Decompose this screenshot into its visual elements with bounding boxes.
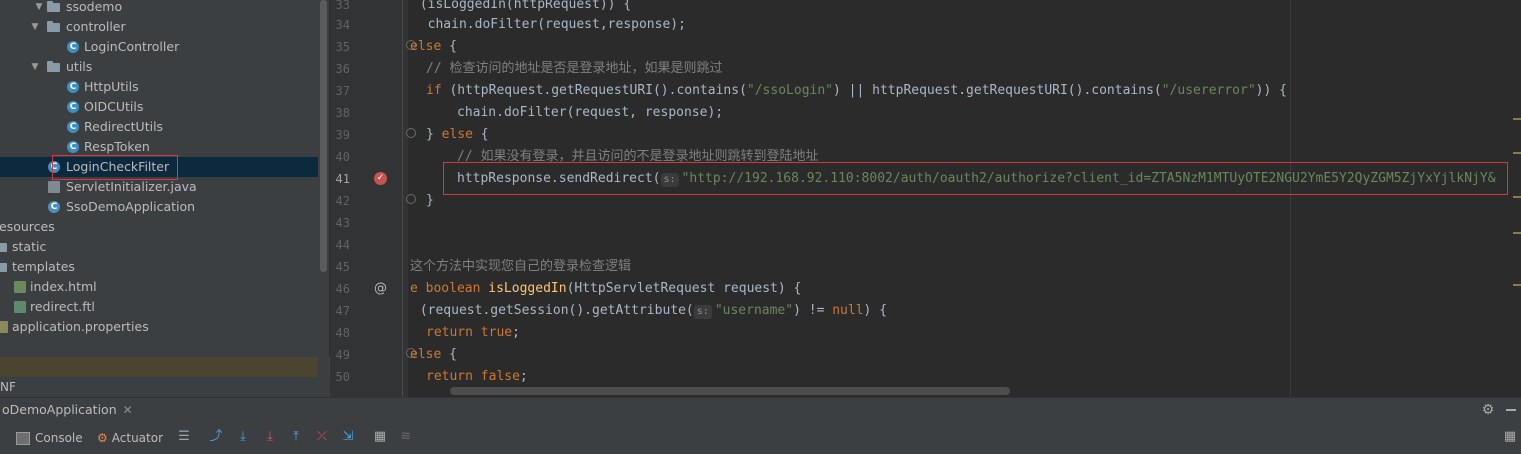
code-line-48: return true; bbox=[426, 325, 520, 340]
tree-item-resources[interactable]: esources bbox=[0, 217, 318, 237]
code-line-49: else { bbox=[410, 347, 457, 362]
class-icon: C bbox=[67, 141, 79, 153]
actuator-icon: ⚙ bbox=[97, 431, 108, 445]
tree-item-templates[interactable]: templates bbox=[0, 257, 318, 277]
error-stripe-mark[interactable] bbox=[1513, 196, 1521, 198]
folder-icon bbox=[0, 243, 7, 252]
error-stripe-mark[interactable] bbox=[1513, 118, 1521, 120]
tree-item-httputils[interactable]: C HttpUtils bbox=[0, 77, 318, 97]
code-editor[interactable]: 33 34 35 36 37 38 39 40 41 42 43 44 45 4… bbox=[330, 0, 1521, 397]
chevron-down-icon[interactable]: ▼ bbox=[34, 0, 44, 17]
class-icon: C bbox=[67, 81, 79, 93]
class-icon: C bbox=[67, 101, 79, 113]
step-into-icon[interactable]: ⤓ bbox=[262, 429, 278, 445]
code-line-37: if (httpRequest.getRequestURI().contains… bbox=[426, 83, 1287, 98]
tree-item-redirectutils[interactable]: C RedirectUtils bbox=[0, 117, 318, 137]
code-line-34: chain.doFilter(request,response); bbox=[412, 17, 686, 32]
line-number: 43 bbox=[335, 216, 350, 230]
class-icon: C bbox=[67, 41, 79, 53]
html-file-icon bbox=[14, 281, 26, 293]
tree-item-static[interactable]: static bbox=[0, 237, 318, 257]
run-tool-window: oDemoApplication ✕ ⚙ Console ⚙ Actuator ☰ … bbox=[0, 397, 1521, 454]
tree-item-resptoken[interactable]: C RespToken bbox=[0, 137, 318, 157]
error-stripe-mark[interactable] bbox=[1513, 232, 1521, 234]
horizontal-scrollbar[interactable] bbox=[450, 387, 1010, 395]
trace-icon[interactable]: ≋ bbox=[398, 429, 414, 445]
tree-item-ssodemoapplication[interactable]: C SsoDemoApplication bbox=[0, 197, 318, 217]
code-line-38: chain.doFilter(request, response); bbox=[457, 105, 724, 120]
scrollbar-thumb[interactable] bbox=[320, 0, 327, 272]
folder-icon bbox=[47, 1, 60, 12]
code-line-39: } else { bbox=[426, 127, 489, 142]
code-line-36: // 检查访问的地址是否是登录地址，如果是则跳过 bbox=[426, 61, 723, 76]
folder-icon bbox=[0, 263, 7, 272]
sidebar-highlight-row bbox=[0, 357, 330, 377]
gear-icon[interactable]: ⚙ bbox=[1480, 402, 1496, 418]
tree-item-application-properties[interactable]: application.properties bbox=[0, 317, 318, 337]
actuator-tab[interactable]: ⚙ Actuator bbox=[97, 428, 163, 448]
spring-class-icon: C bbox=[48, 201, 60, 213]
console-icon bbox=[16, 432, 30, 445]
tree-item-utils[interactable]: ▼ utils bbox=[0, 57, 318, 77]
tree-item-index-html[interactable]: index.html bbox=[0, 277, 318, 297]
line-number: 44 bbox=[335, 238, 350, 252]
calculator-icon[interactable]: ▦ bbox=[372, 429, 388, 445]
highlight-box bbox=[443, 162, 1508, 195]
tree-item-controller[interactable]: ▼ controller bbox=[0, 17, 318, 37]
error-stripe-mark[interactable] bbox=[1513, 284, 1521, 286]
close-icon[interactable]: ✕ bbox=[123, 403, 133, 417]
properties-file-icon bbox=[0, 321, 8, 333]
show-execution-point-icon[interactable]: ⤴ bbox=[208, 429, 224, 445]
console-tab[interactable]: Console bbox=[16, 428, 83, 448]
param-hint: s: bbox=[693, 305, 712, 319]
tree-item-nf[interactable]: NF bbox=[0, 377, 330, 397]
sidebar-scrollbar[interactable] bbox=[318, 0, 329, 397]
code-line-45: 这个方法中实现您自己的登录检查逻辑 bbox=[410, 259, 632, 274]
drop-frame-icon[interactable]: ⤫ bbox=[314, 429, 330, 445]
class-icon: C bbox=[67, 121, 79, 133]
highlight-box bbox=[52, 155, 178, 180]
tree-item-logincontroller[interactable]: C LoginController bbox=[0, 37, 318, 57]
folder-icon bbox=[47, 61, 60, 72]
code-line-46: e boolean isLoggedIn(HttpServletRequest … bbox=[410, 281, 802, 296]
run-tab[interactable]: oDemoApplication ✕ bbox=[0, 398, 135, 422]
error-stripe-mark[interactable] bbox=[1513, 152, 1521, 154]
folder-icon bbox=[47, 21, 60, 32]
project-tree-panel: ▼ ssodemo ▼ controller C LoginController… bbox=[0, 0, 318, 397]
step-out-icon[interactable]: ⤒ bbox=[288, 429, 304, 445]
tree-item-ssodemo[interactable]: ▼ ssodemo bbox=[0, 0, 318, 17]
step-over-icon[interactable]: ⤓ bbox=[235, 429, 251, 445]
ftl-file-icon bbox=[14, 301, 26, 313]
code-line-35: else { bbox=[410, 39, 457, 54]
tree-item-redirect-ftl[interactable]: redirect.ftl bbox=[0, 297, 318, 317]
tree-item-oidcutils[interactable]: C OIDCUtils bbox=[0, 97, 318, 117]
code-line-47: (request.getSession().getAttribute(s: "us… bbox=[412, 303, 888, 319]
run-to-cursor-icon[interactable]: ⇲ bbox=[340, 429, 356, 445]
java-file-icon bbox=[48, 181, 60, 193]
run-toolbar: Console ⚙ Actuator ☰ ⤴ ⤓ ⤓ ⤒ ⤫ ⇲ ▦ ≋ ▦ bbox=[0, 426, 1521, 450]
tree-item-servletinitializer[interactable]: ServletInitializer.java bbox=[0, 177, 318, 197]
minimize-icon[interactable] bbox=[1506, 409, 1516, 411]
chevron-down-icon[interactable]: ▼ bbox=[30, 57, 40, 77]
chevron-down-icon[interactable]: ▼ bbox=[30, 17, 40, 37]
menu-icon[interactable]: ☰ bbox=[176, 429, 192, 445]
code-line-50: return false; bbox=[426, 369, 528, 384]
layout-icon[interactable]: ▦ bbox=[1502, 429, 1518, 445]
